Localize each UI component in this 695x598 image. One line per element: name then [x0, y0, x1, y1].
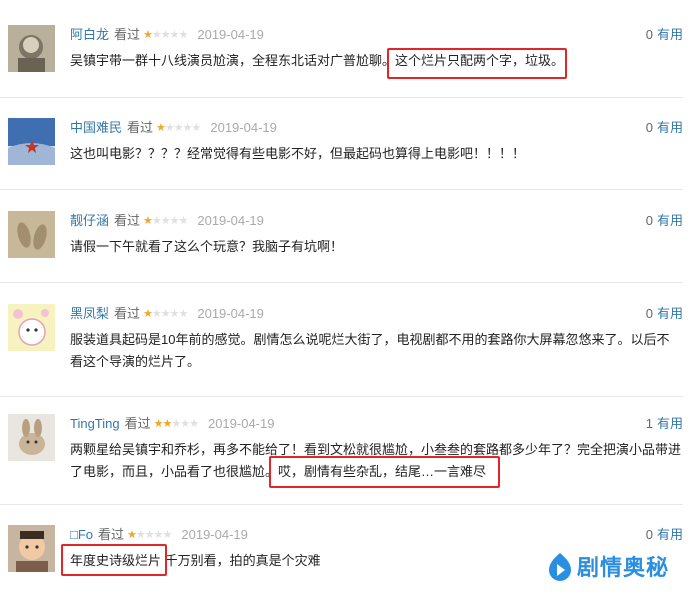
rating-stars: ★★★★★ — [143, 29, 188, 41]
avatar[interactable] — [8, 525, 55, 572]
logo-icon — [549, 553, 571, 581]
useful-vote-link[interactable]: 有用 — [657, 527, 683, 542]
divider — [0, 282, 683, 283]
username-link[interactable]: 靓仔涵 — [70, 213, 109, 228]
divider — [0, 189, 683, 190]
rating-stars: ★★★★★ — [127, 529, 172, 541]
review-text: 吴镇宇带一群十八线演员尬演，全程东北话对广普尬聊。这个烂片只配两个字，垃圾。 — [70, 53, 565, 68]
useful-count: 0 — [645, 213, 653, 228]
watched-label: 看过 — [98, 527, 125, 542]
divider — [0, 396, 683, 397]
useful-count: 0 — [645, 527, 653, 542]
watched-label: 看过 — [127, 120, 154, 135]
watched-label: 看过 — [114, 213, 141, 228]
review-text: 服装道具起码是10年前的感觉。剧情怎么说呢烂大街了，电视剧都不用的套路你大屏幕忽… — [70, 332, 670, 369]
rating-stars: ★★★★★ — [143, 308, 188, 320]
review-text: 这也叫电影？？？？经常觉得有些电影不好，但最起码也算得上电影吧！！！！ — [70, 146, 526, 161]
username-link[interactable]: 黑凤梨 — [70, 306, 109, 321]
watched-label: 看过 — [114, 27, 141, 42]
useful-vote-link[interactable]: 有用 — [657, 120, 683, 135]
useful-count: 1 — [645, 416, 653, 431]
review-text: 请假一下午就看了这么个玩意？我脑子有坑啊！ — [70, 239, 344, 254]
rating-stars: ★★★★★ — [143, 215, 188, 227]
highlight-box — [61, 544, 167, 576]
username-link[interactable]: 中国难民 — [70, 120, 122, 135]
highlight-box — [269, 456, 500, 488]
avatar[interactable] — [8, 304, 55, 351]
username-link[interactable]: TingTing — [70, 416, 120, 431]
review-date: 2019-04-19 — [207, 416, 275, 431]
avatar[interactable] — [8, 25, 55, 72]
avatar[interactable] — [8, 414, 55, 461]
review-date: 2019-04-19 — [197, 306, 264, 321]
useful-vote-link[interactable]: 有用 — [657, 416, 683, 431]
watched-label: 看过 — [124, 416, 151, 431]
watermark-text: 剧情奥秘 — [577, 555, 670, 580]
review-date: 2019-04-19 — [210, 120, 277, 135]
highlight-box — [387, 48, 567, 79]
useful-count: 0 — [645, 27, 653, 42]
avatar[interactable] — [8, 118, 55, 165]
divider — [0, 504, 683, 505]
avatar[interactable] — [8, 211, 55, 258]
useful-vote-link[interactable]: 有用 — [657, 213, 683, 228]
username-link[interactable]: □Fo — [70, 527, 93, 542]
review-date: 2019-04-19 — [197, 27, 264, 42]
rating-stars: ★★★★★ — [153, 418, 199, 430]
useful-vote-link[interactable]: 有用 — [657, 27, 683, 42]
useful-count: 0 — [645, 120, 653, 135]
useful-vote-link[interactable]: 有用 — [657, 306, 683, 321]
divider — [0, 97, 683, 98]
review-date: 2019-04-19 — [197, 213, 264, 228]
rating-stars: ★★★★★ — [156, 122, 201, 134]
review-date: 2019-04-19 — [181, 527, 248, 542]
username-link[interactable]: 阿白龙 — [70, 27, 109, 42]
useful-count: 0 — [645, 306, 653, 321]
watermark: 剧情奥秘 — [547, 549, 669, 583]
watched-label: 看过 — [114, 306, 141, 321]
